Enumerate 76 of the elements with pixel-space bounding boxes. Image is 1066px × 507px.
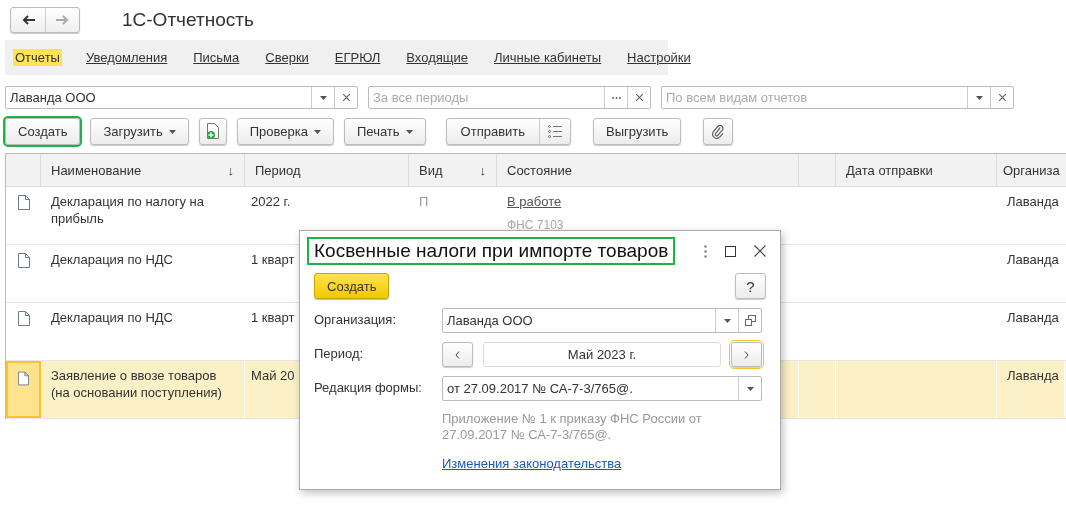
clear-icon [998, 94, 1006, 101]
document-icon [17, 311, 30, 326]
chevron-left-icon [455, 350, 460, 359]
caret-icon [168, 129, 176, 134]
open-icon [744, 315, 756, 326]
chevron-right-icon [744, 350, 749, 359]
menu-button[interactable]: Печать [344, 118, 426, 145]
sort-mark[interactable]: ↓ [227, 162, 234, 178]
section-tab[interactable]: Входящие [404, 49, 470, 66]
table-cell-text: ФНС 7103 [507, 217, 565, 234]
document-icon [17, 195, 30, 210]
status-link[interactable]: В работе [507, 193, 789, 210]
column-header[interactable]: Состояние [507, 162, 572, 178]
field-label: Организация: [314, 311, 398, 327]
table-cell: 2022 г. [251, 194, 291, 209]
legislation-link[interactable]: Изменения законодательства [442, 456, 622, 471]
section-tab[interactable]: Уведомления [83, 49, 170, 66]
column-header[interactable]: Период [255, 162, 301, 178]
dropdown-icon [723, 318, 731, 323]
table-cell: Лаванда [1007, 368, 1059, 383]
column-header[interactable]: Наименование [51, 162, 142, 178]
section-tab[interactable]: ЕГРЮЛ [332, 49, 383, 66]
dialog-title: Косвенные налоги при импорте товаров [307, 237, 676, 265]
table-cell: 1 кварт [251, 252, 295, 267]
field-label: Редакция формы: [314, 379, 423, 395]
dropdown-icon [746, 386, 754, 391]
filter-field[interactable]: Лаванда ООО [5, 86, 358, 109]
period-field[interactable]: Май 2023 г. [483, 342, 721, 367]
section-tab[interactable]: Личные кабинеты [491, 49, 604, 66]
create-button[interactable]: Создать [314, 273, 390, 299]
organization-field[interactable]: Лаванда ООО [442, 308, 762, 333]
paperclip-icon [712, 124, 725, 139]
table-cell: 1 кварт [251, 310, 295, 325]
document-icon [17, 253, 30, 268]
add-file-button[interactable] [198, 118, 227, 145]
export-button[interactable]: Выгрузить [593, 118, 682, 145]
caret-icon [314, 129, 321, 134]
ellipsis-icon [611, 96, 621, 99]
section-tab[interactable]: Настройки [625, 49, 693, 66]
forward-arrow-icon [56, 15, 69, 25]
table-cell: Заявление о ввозе товаров (на основании поступления) [51, 368, 222, 400]
create-button[interactable]: Создать [5, 118, 81, 145]
column-header[interactable]: Организа [1003, 162, 1060, 178]
column-header[interactable]: Дата отправки [846, 162, 933, 178]
menu-button[interactable]: Загрузить [90, 118, 189, 145]
menu-button[interactable]: Проверка [236, 118, 334, 145]
document-icon [18, 371, 29, 386]
field-label: Период: [314, 345, 365, 361]
more-icon[interactable] [704, 244, 707, 258]
maximize-icon[interactable] [725, 245, 736, 257]
dropdown-icon [975, 95, 983, 100]
add-file-icon [205, 123, 220, 140]
clear-icon [342, 94, 350, 101]
list-icon [548, 125, 563, 138]
sort-mark[interactable]: ↓ [479, 162, 486, 178]
back-arrow-icon [21, 15, 35, 25]
caret-icon [405, 129, 413, 134]
column-header[interactable]: Вид [419, 162, 443, 178]
table-cell: Лаванда [1007, 310, 1059, 325]
section-tab[interactable]: Отчеты [13, 49, 62, 66]
section-tab[interactable]: Сверки [263, 49, 311, 66]
table-cell: Декларация по налогу на прибыль [51, 194, 205, 226]
clear-icon [635, 94, 643, 101]
attach-button[interactable] [703, 118, 734, 145]
form-version-field[interactable]: от 27.09.2017 № СА-7-3/765@. [442, 376, 762, 401]
close-icon[interactable] [754, 245, 766, 257]
help-button[interactable]: ? [735, 273, 766, 299]
section-tab[interactable]: Письма [191, 49, 242, 66]
table-cell: Май 20 [251, 368, 295, 383]
table-cell: Декларация по НДС [51, 310, 173, 325]
table-cell: Лаванда [1007, 252, 1059, 267]
dropdown-icon [319, 95, 327, 100]
table-cell: Декларация по НДС [51, 252, 173, 267]
window-title: 1С-Отчетность [122, 9, 254, 31]
table-cell: П [419, 194, 429, 209]
table-cell: Лаванда [1007, 194, 1059, 209]
